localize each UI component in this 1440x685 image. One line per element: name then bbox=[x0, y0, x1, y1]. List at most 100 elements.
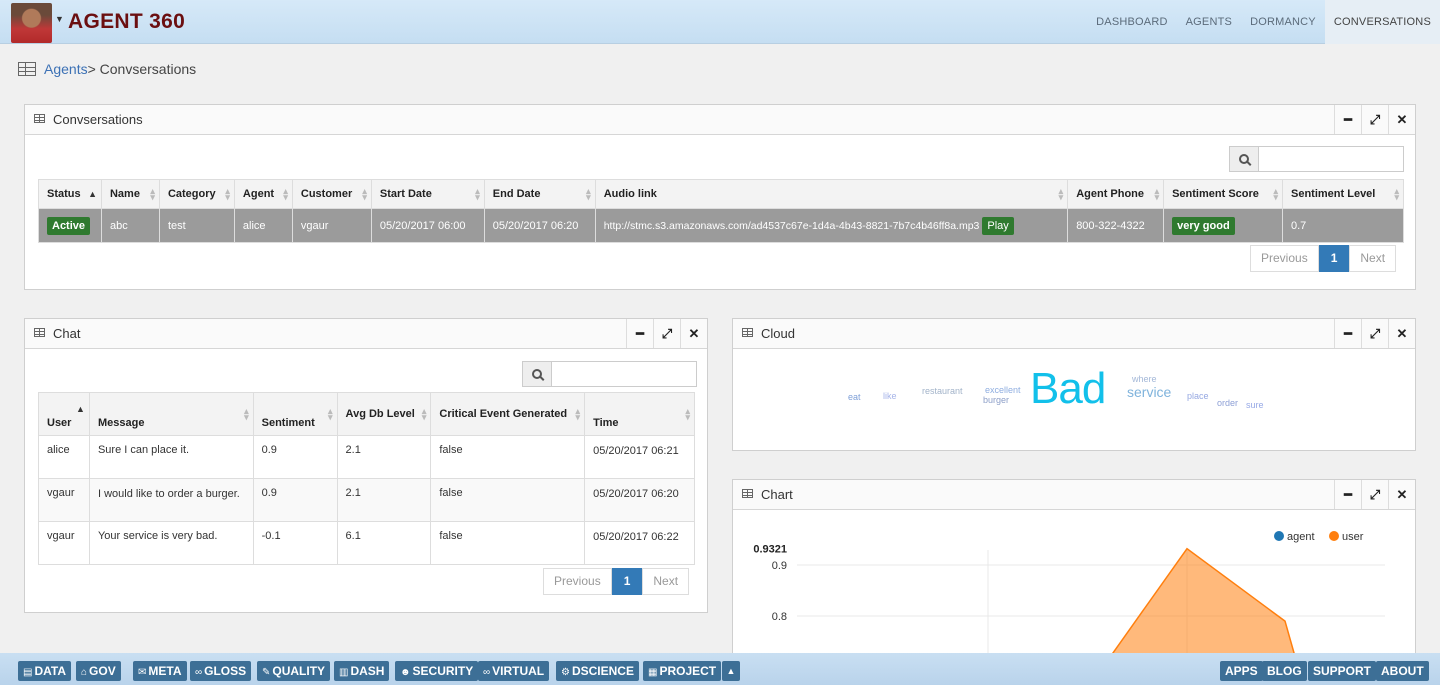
user-area bbox=[1105, 548, 1297, 663]
search-input[interactable] bbox=[1259, 146, 1404, 172]
col-header-avg-db-level[interactable]: Avg Db Level ▴ ▾ bbox=[336, 392, 432, 436]
caret-down-icon[interactable]: ▼ bbox=[55, 14, 64, 24]
expand-up-button[interactable]: ▲ bbox=[722, 661, 740, 681]
page-1-button[interactable]: 1 bbox=[611, 568, 643, 595]
message-cell: Sure I can place it. bbox=[88, 435, 254, 479]
table-row[interactable]: Active abc test alice vgaur 05/20/2017 0… bbox=[38, 208, 1404, 243]
conversations-panel: Convsersations ━ ⤢ ✕ Status ▲ Name ▴ ▾ Cate… bbox=[24, 104, 1416, 290]
next-button[interactable]: Next bbox=[642, 568, 690, 595]
cloud-word: like bbox=[883, 391, 897, 401]
col-header-time[interactable]: Time ▴ ▾ bbox=[584, 392, 695, 436]
col-header-agent-phone[interactable]: Agent Phone ▴ ▾ bbox=[1067, 179, 1165, 209]
col-header-start-date[interactable]: Start Date ▴ ▾ bbox=[370, 179, 485, 209]
breadcrumb-agents-link[interactable]: Agents bbox=[44, 61, 88, 77]
y-tick-label: 0.9 bbox=[772, 560, 787, 572]
col-header-name[interactable]: Name ▴ ▾ bbox=[100, 179, 160, 209]
search-button[interactable] bbox=[1229, 146, 1259, 172]
expand-icon[interactable]: ⤢ bbox=[1361, 319, 1388, 348]
close-icon[interactable]: ✕ bbox=[1388, 480, 1415, 509]
category-cell: test bbox=[158, 208, 235, 243]
dash-button[interactable]: ▥ DASH bbox=[334, 661, 390, 681]
legend-label-user: user bbox=[1342, 531, 1364, 543]
search-icon bbox=[1239, 154, 1249, 164]
app-title: AGENT 360 bbox=[68, 10, 186, 33]
quality-button[interactable]: ✎ QUALITY bbox=[257, 661, 331, 681]
link-icon: ∞ bbox=[195, 667, 203, 678]
col-header-category[interactable]: Category ▴ ▾ bbox=[158, 179, 235, 209]
cloud-word: where bbox=[1132, 374, 1157, 384]
table-row[interactable]: vgaur Your service is very bad. -0.1 6.1… bbox=[38, 521, 695, 565]
legend-label-agent: agent bbox=[1287, 531, 1315, 543]
col-header-status[interactable]: Status ▲ bbox=[38, 179, 102, 209]
expand-icon[interactable]: ⤢ bbox=[1361, 480, 1388, 509]
sentiment-cell: 0.9 bbox=[252, 435, 338, 479]
db-level-cell: 2.1 bbox=[336, 478, 432, 522]
col-header-message[interactable]: Message ▴ ▾ bbox=[88, 392, 254, 436]
gov-button[interactable]: ⌂ GOV bbox=[76, 661, 121, 681]
previous-button[interactable]: Previous bbox=[543, 568, 612, 595]
search-button[interactable] bbox=[522, 361, 552, 387]
table-icon bbox=[18, 62, 36, 76]
table-row[interactable]: vgaur I would like to order a burger. 0.… bbox=[38, 478, 695, 522]
col-header-agent[interactable]: Agent ▴ ▾ bbox=[233, 179, 293, 209]
caret-up-icon: ▲ bbox=[726, 666, 736, 676]
dscience-button[interactable]: ⚙ DSCIENCE bbox=[556, 661, 639, 681]
close-icon[interactable]: ✕ bbox=[680, 319, 707, 348]
tab-dormancy[interactable]: DORMANCY bbox=[1241, 0, 1325, 44]
table-icon bbox=[742, 328, 753, 337]
col-header-end-date[interactable]: End Date ▴ ▾ bbox=[483, 179, 596, 209]
envelope-icon: ✉ bbox=[138, 667, 147, 678]
cloud-word: restaurant bbox=[922, 386, 963, 396]
minimize-icon[interactable]: ━ bbox=[1334, 105, 1361, 134]
user-cell: vgaur bbox=[38, 521, 90, 565]
gloss-button[interactable]: ∞ GLOSS bbox=[190, 661, 252, 681]
col-header-audio-link[interactable]: Audio link ▴ ▾ bbox=[594, 179, 1069, 209]
tab-dashboard[interactable]: DASHBOARD bbox=[1087, 0, 1176, 44]
agent-phone-cell: 800-322-4322 bbox=[1067, 208, 1165, 243]
col-header-customer[interactable]: Customer ▴ ▾ bbox=[291, 179, 372, 209]
previous-button[interactable]: Previous bbox=[1250, 245, 1319, 272]
col-header-sentiment-level[interactable]: Sentiment Level ▴ ▾ bbox=[1282, 179, 1404, 209]
security-button[interactable]: ☻ SECURITY bbox=[395, 661, 479, 681]
sentiment-score-badge: very good bbox=[1172, 216, 1235, 235]
cloud-word: service bbox=[1127, 384, 1172, 400]
minimize-icon[interactable]: ━ bbox=[626, 319, 653, 348]
table-icon bbox=[34, 328, 45, 337]
breadcrumb-current: > Convsersations bbox=[87, 61, 197, 77]
expand-icon[interactable]: ⤢ bbox=[1361, 105, 1388, 134]
cloud-panel: Cloud ━ ⤢ ✕ eat like restaurant excellen… bbox=[732, 318, 1416, 451]
apps-button[interactable]: APPS bbox=[1220, 661, 1263, 681]
tab-conversations[interactable]: CONVERSATIONS bbox=[1324, 0, 1440, 44]
about-button[interactable]: ABOUT bbox=[1376, 661, 1429, 681]
close-icon[interactable]: ✕ bbox=[1388, 319, 1415, 348]
play-button[interactable]: Play bbox=[982, 216, 1014, 235]
col-header-sentiment-score[interactable]: Sentiment Score ▴ ▾ bbox=[1163, 179, 1283, 209]
avatar[interactable] bbox=[11, 3, 52, 43]
tab-agents[interactable]: AGENTS bbox=[1177, 0, 1241, 44]
bottom-toolbar: ▤ DATA ⌂ GOV ✉ META ∞ GLOSS ✎ QUALITY ▥ DASH ☻… bbox=[0, 653, 1440, 685]
agent-cell: alice bbox=[233, 208, 293, 243]
close-icon[interactable]: ✕ bbox=[1388, 105, 1415, 134]
meta-button[interactable]: ✉ META bbox=[133, 661, 187, 681]
support-button[interactable]: SUPPORT bbox=[1308, 661, 1377, 681]
db-level-cell: 2.1 bbox=[336, 435, 432, 479]
panel-header: Convsersations ━ ⤢ ✕ bbox=[25, 105, 1415, 135]
minimize-icon[interactable]: ━ bbox=[1334, 319, 1361, 348]
search-icon bbox=[532, 369, 542, 379]
data-button[interactable]: ▤ DATA bbox=[18, 661, 71, 681]
project-button[interactable]: ▦ PROJECT bbox=[643, 661, 722, 681]
next-button[interactable]: Next bbox=[1349, 245, 1397, 272]
search-input[interactable] bbox=[552, 361, 697, 387]
table-row[interactable]: alice Sure I can place it. 0.9 2.1 false… bbox=[38, 435, 695, 479]
virtual-button[interactable]: ∞ VIRTUAL bbox=[478, 661, 550, 681]
audio-link[interactable]: http://stmc.s3.amazonaws.com/ad4537c67e-… bbox=[604, 220, 980, 232]
page-1-button[interactable]: 1 bbox=[1318, 245, 1350, 272]
col-header-sentiment[interactable]: Sentiment ▴ ▾ bbox=[252, 392, 338, 436]
minimize-icon[interactable]: ━ bbox=[1334, 480, 1361, 509]
expand-icon[interactable]: ⤢ bbox=[653, 319, 680, 348]
end-date-cell: 05/20/2017 06:20 bbox=[483, 208, 596, 243]
col-header-critical-event[interactable]: Critical Event Generated ▴ ▾ bbox=[430, 392, 586, 436]
blog-button[interactable]: BLOG bbox=[1262, 661, 1307, 681]
col-header-user[interactable]: User ▲ bbox=[38, 392, 90, 436]
start-date-cell: 05/20/2017 06:00 bbox=[370, 208, 485, 243]
